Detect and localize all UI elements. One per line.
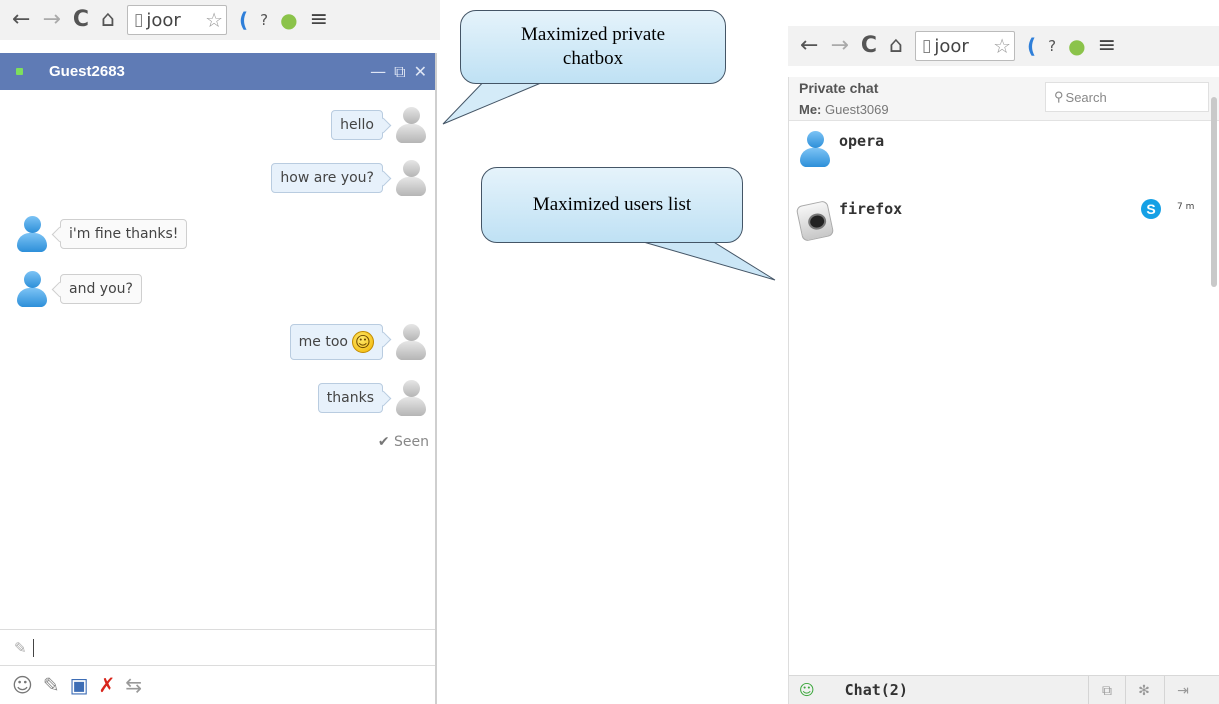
message-bubble: me too ☺ [289,324,383,360]
pencil-icon: ✎ [14,638,27,657]
address-bar[interactable]: ▯ joor ☆ [915,31,1015,61]
back-icon[interactable]: ← [800,35,818,57]
user-avatar-icon [395,378,427,418]
message-outgoing: hello [331,105,427,145]
attach-file-icon[interactable]: ✎ [43,673,60,697]
user-avatar-icon [395,105,427,145]
jquery-extension-icon[interactable]: ( [1027,36,1036,56]
download-extension-icon[interactable]: ? [260,12,268,28]
reload-icon[interactable]: C [73,9,89,31]
chat-footer-bar[interactable]: ☺ Chat(2) ⧉ ✻ ⇥ [789,675,1219,704]
close-icon[interactable]: ✕ [414,62,427,82]
message-outgoing: me too ☺ [289,322,427,362]
message-bubble: thanks [317,383,383,413]
users-callout-tail [639,240,776,281]
smiley-emoticon-icon: ☺ [352,331,374,353]
chatbox-toolbar: ☺ ✎ ▣ ✗ ⇆ [0,665,435,704]
restore-icon[interactable]: ⧉ [394,62,405,82]
android-extension-icon[interactable]: ● [1068,36,1085,56]
message-outgoing: how are you? [271,158,427,198]
emoji-button-icon[interactable]: ☺ [12,673,33,697]
partner-avatar-icon [16,269,48,309]
forward-icon[interactable]: → [830,35,848,57]
bookmark-star-icon[interactable]: ☆ [993,34,1011,58]
current-user: Me: Guest3069 [799,102,889,117]
online-status-icon [16,68,23,75]
android-extension-icon[interactable]: ● [280,10,297,30]
private-chatbox-callout: Maximized private chatbox [460,10,726,84]
browser-avatar-icon [795,200,835,242]
menu-icon[interactable]: ≡ [1098,35,1116,57]
forward-icon[interactable]: → [42,9,60,31]
chatbox-header[interactable]: Guest2683 — ⧉ ✕ [0,53,435,90]
back-icon[interactable]: ← [12,9,30,31]
settings-icon[interactable]: ✻ [1125,676,1162,704]
right-browser-toolbar: ← → C ⌂ ▯ joor ☆ ( ? ● ≡ [788,26,1219,66]
logout-icon[interactable]: ⇥ [1164,676,1201,704]
message-bubble: how are you? [271,163,383,193]
save-conversation-icon[interactable]: ▣ [70,673,89,697]
message-outgoing: thanks [317,378,427,418]
message-bubble: and you? [60,274,142,304]
message-bubble: hello [331,110,383,140]
clear-conversation-icon[interactable]: ✗ [99,673,116,697]
search-placeholder: Search [1065,89,1107,105]
message-text: hello [340,117,374,133]
message-text: me too [298,334,348,350]
message-incoming: and you? [16,269,142,309]
users-list-panel: Private chat Me: Guest3069 ⚲ Search oper… [788,77,1219,704]
panel-title: Private chat [799,80,879,96]
menu-icon[interactable]: ≡ [310,9,328,31]
private-chatbox: Guest2683 — ⧉ ✕ hello how are you? i'm f… [0,53,437,704]
download-extension-icon[interactable]: ? [1048,38,1056,54]
user-name: firefox [839,200,903,218]
callout-private-text: Maximized private chatbox [520,24,666,69]
message-bubble: i'm fine thanks! [60,219,188,249]
message-incoming: i'm fine thanks! [16,214,188,254]
users-list-callout: Maximized users list [481,167,743,243]
seen-indicator: ✔ Seen [378,434,429,450]
message-text: and you? [69,281,133,297]
page-icon: ▯ [922,36,932,56]
chat-count-label: Chat(2) [844,681,908,699]
address-text: joor [934,35,969,57]
message-text: thanks [326,390,374,406]
user-list-item[interactable]: opera [799,129,884,169]
user-list-item[interactable]: firefox [795,197,903,242]
search-input[interactable]: ⚲ Search [1045,82,1209,112]
me-label: Me: [799,102,822,117]
check-icon: ✔ [377,434,390,450]
user-avatar-icon [395,322,427,362]
home-icon[interactable]: ⌂ [101,9,115,31]
address-text: joor [146,9,181,31]
reload-icon[interactable]: C [861,35,877,57]
idle-time: 7 m [1177,202,1195,212]
skype-icon: S [1141,199,1161,219]
page-icon: ▯ [134,10,144,30]
message-text: i'm fine thanks! [69,226,179,242]
user-avatar-icon [799,129,831,169]
message-input[interactable]: ✎ [0,629,435,665]
chat-partner-name: Guest2683 [49,63,125,80]
users-list-header: Private chat Me: Guest3069 ⚲ Search [789,77,1219,121]
jquery-extension-icon[interactable]: ( [239,10,248,30]
partner-avatar-icon [16,214,48,254]
text-cursor [32,638,34,657]
me-name: Guest3069 [825,102,889,117]
restore-icon[interactable]: ⧉ [1088,676,1125,704]
minimize-icon[interactable]: — [370,62,386,82]
seen-label: Seen [394,434,429,450]
swap-icon[interactable]: ⇆ [125,673,142,697]
address-bar[interactable]: ▯ joor ☆ [127,5,227,35]
user-avatar-icon [395,158,427,198]
callout-users-text: Maximized users list [532,194,692,215]
message-text: how are you? [280,170,374,186]
scrollbar[interactable] [1211,97,1217,287]
user-name: opera [839,132,885,150]
search-icon: ⚲ [1054,89,1064,104]
left-browser-toolbar: ← → C ⌂ ▯ joor ☆ ( ? ● ≡ [0,0,440,40]
home-icon[interactable]: ⌂ [889,35,903,57]
bookmark-star-icon[interactable]: ☆ [205,8,223,32]
chat-users-icon: ☺ [799,681,815,699]
